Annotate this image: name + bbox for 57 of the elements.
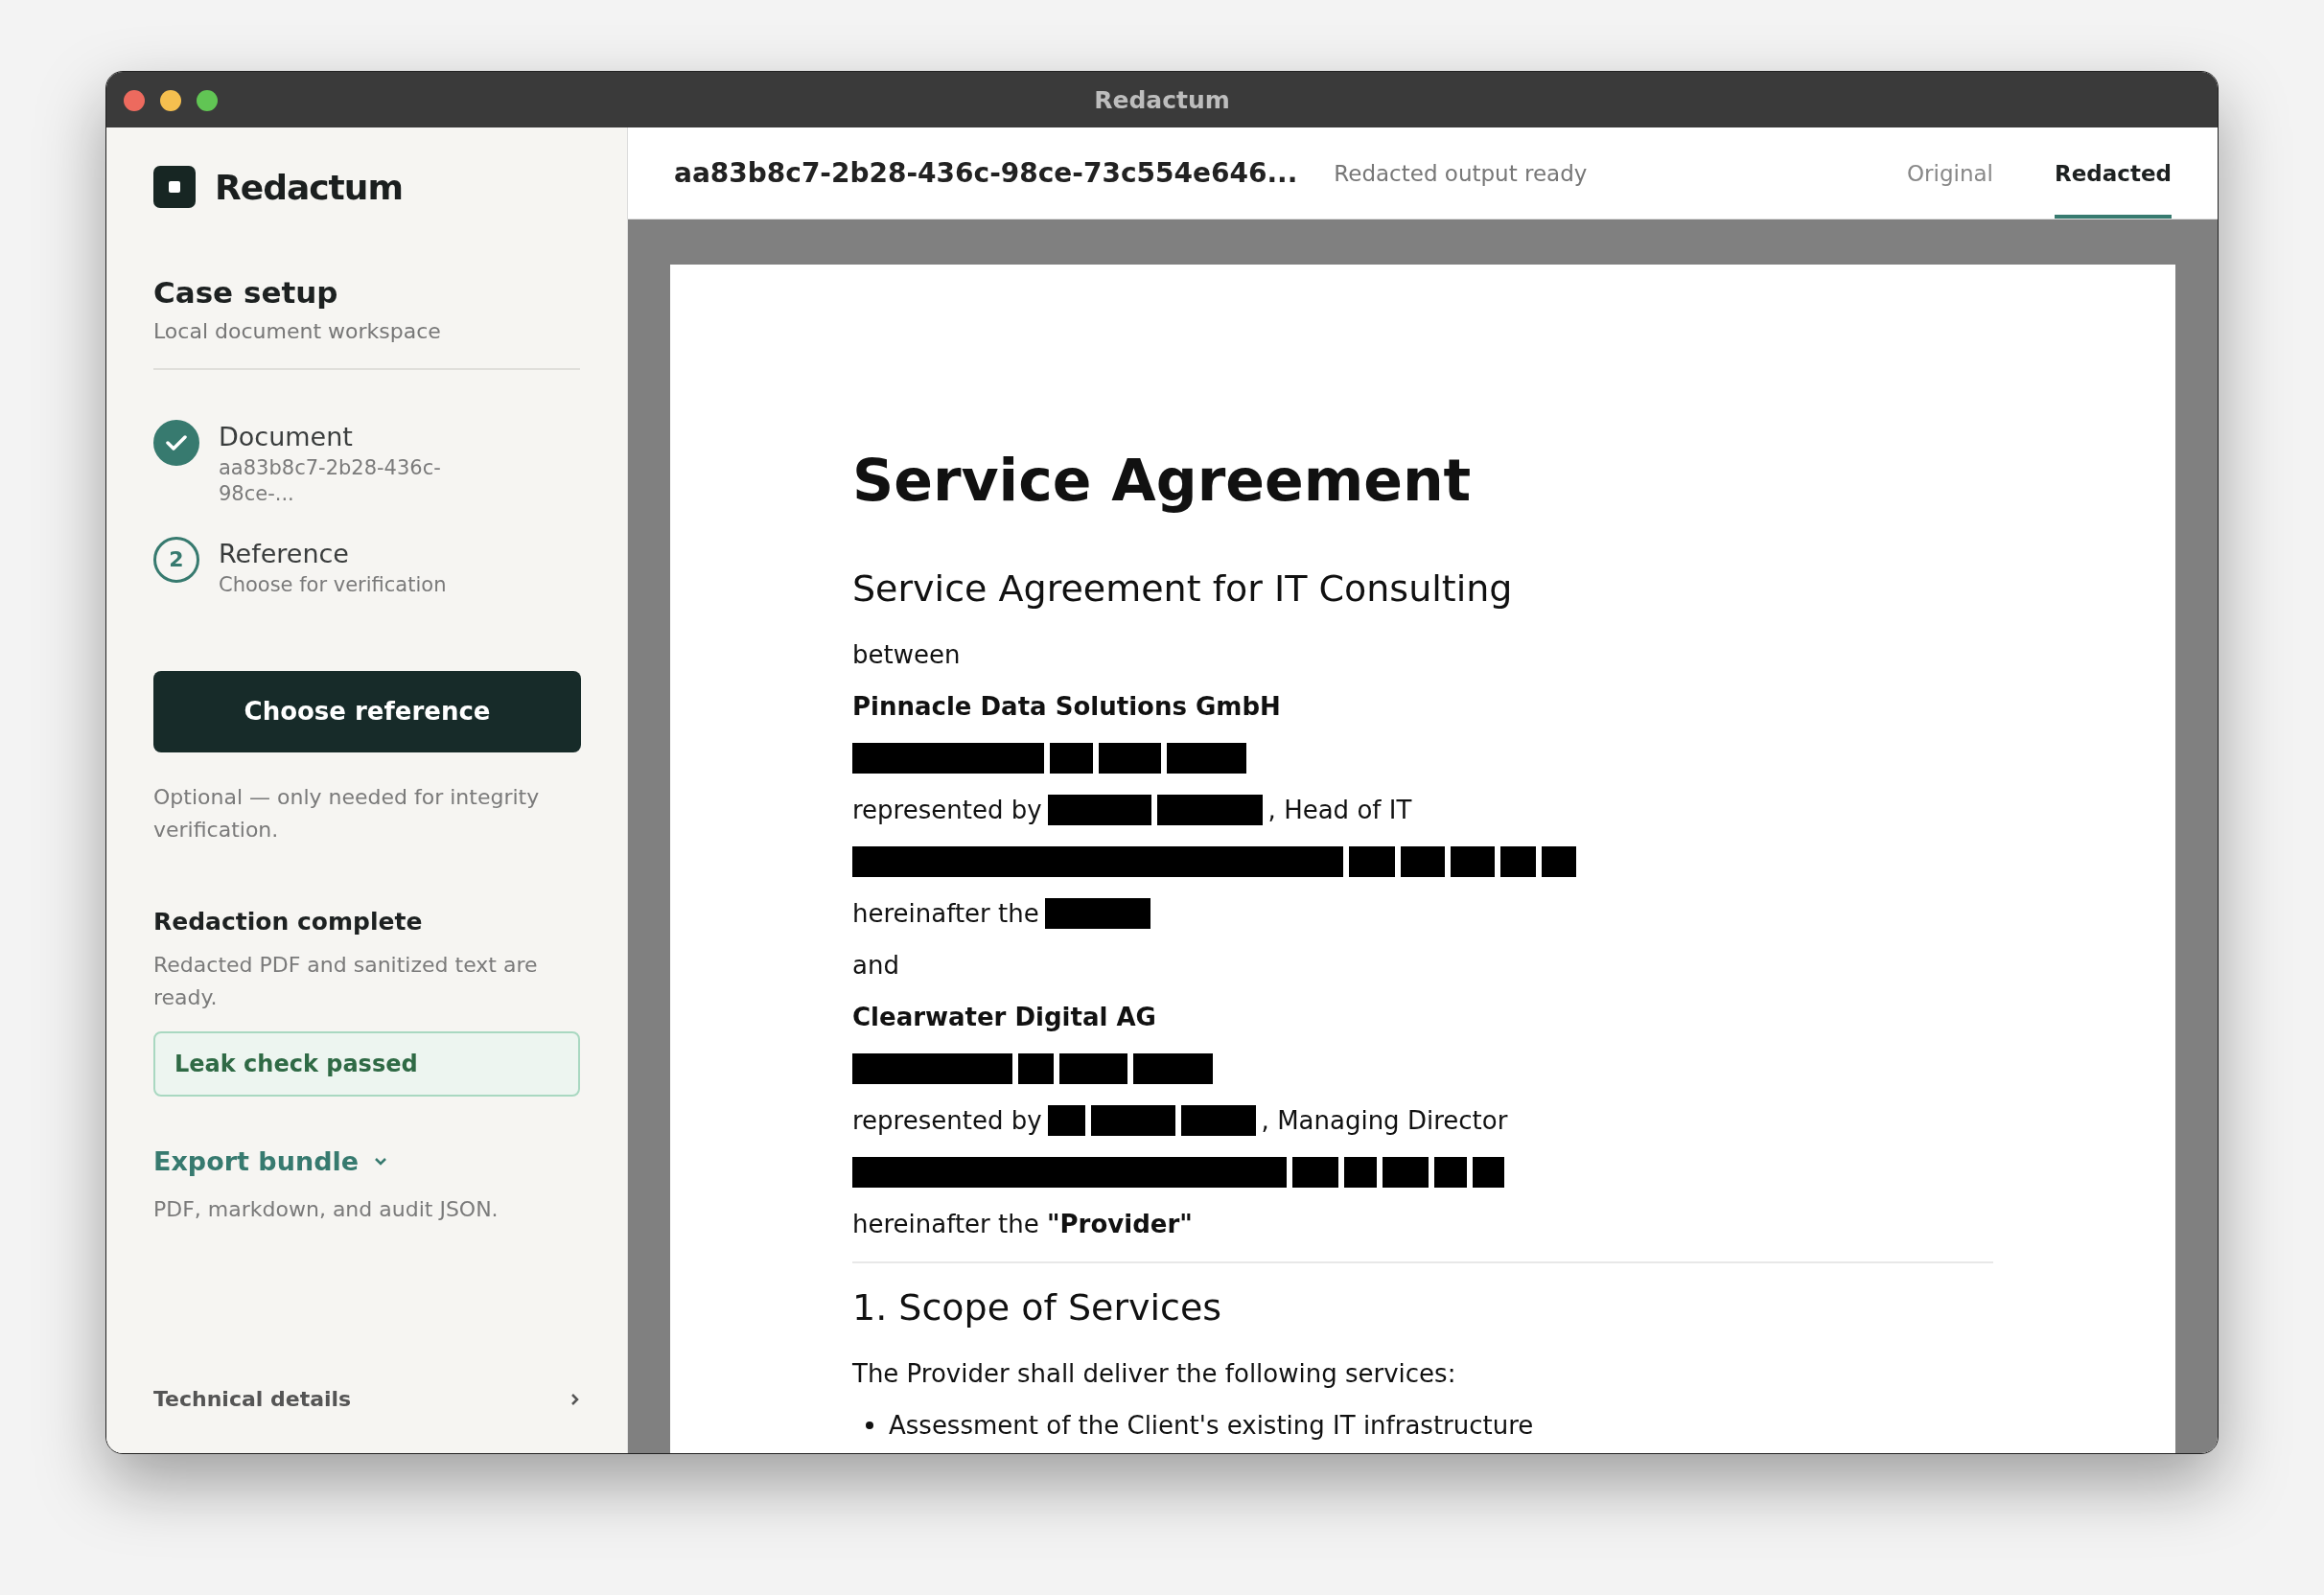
section-heading: Service Agreement for IT Consulting	[852, 567, 1514, 610]
redaction-bar	[1059, 1053, 1127, 1084]
redaction-bar	[1401, 846, 1445, 877]
choose-reference-button[interactable]: Choose reference	[153, 670, 581, 752]
document-text: represented by	[852, 796, 1042, 824]
app-name: Redactum	[215, 167, 403, 207]
party-name: Clearwater Digital AG	[852, 1002, 1157, 1033]
step-subtitle: aa83b8c7-2b28-436c-98ce-...	[219, 455, 442, 508]
result-text: Redacted PDF and sanitized text are ready.	[153, 952, 539, 1012]
hint-text: Optional — only needed for integrity verification.	[153, 783, 541, 844]
close-icon[interactable]	[124, 90, 145, 111]
document-text: represented by	[852, 1106, 1042, 1135]
redaction-bar	[1344, 1157, 1377, 1188]
document-text: hereinafter the "Provider"	[852, 1210, 1193, 1238]
maximize-icon[interactable]	[197, 90, 218, 111]
redaction-bar	[1383, 1157, 1429, 1188]
step-number: 2	[153, 536, 199, 583]
window-title: Redactum	[1094, 85, 1230, 114]
export-link[interactable]: Export bundle	[153, 1146, 388, 1177]
export-note: PDF, markdown, and audit JSON.	[153, 1196, 500, 1224]
list-item: Assessment of the Client's existing IT infrastructure	[889, 1411, 1534, 1440]
document-text: and	[852, 951, 899, 980]
status-badge: Leak check passed	[153, 1031, 580, 1098]
bullet-icon	[866, 1422, 873, 1429]
document-text: , Managing Director	[1261, 1106, 1508, 1135]
status-text: Redacted output ready	[1334, 160, 1589, 186]
document-text: hereinafter the	[852, 899, 1039, 928]
chevron-icon	[570, 1392, 580, 1406]
redaction-bar	[1434, 1157, 1467, 1188]
redaction-bar	[1099, 743, 1161, 774]
redaction-bar	[1349, 846, 1395, 877]
section-subtitle: Local document workspace	[153, 319, 442, 343]
section-heading: 1. Scope of Services	[852, 1286, 1223, 1329]
redaction-bar	[1542, 846, 1576, 877]
step-title: Document	[219, 422, 354, 451]
redaction-bar	[1050, 743, 1093, 774]
view-tab[interactable]: Original	[1907, 127, 1993, 219]
minimize-icon[interactable]	[160, 90, 181, 111]
document-text: , Head of IT	[1267, 796, 1412, 824]
redaction-bar	[1500, 846, 1536, 877]
logo-icon	[153, 166, 196, 208]
result-title: Redaction complete	[153, 908, 424, 936]
redaction-bar	[1047, 1105, 1085, 1136]
redaction-bar	[1292, 1157, 1338, 1188]
redaction-bar	[1473, 1157, 1504, 1188]
step-title: Reference	[219, 538, 350, 568]
caret-icon	[374, 1156, 388, 1167]
step-subtitle: Choose for verification	[219, 571, 448, 598]
document-title: Service Agreement	[852, 447, 1473, 514]
technical-details-link[interactable]: Technical details	[153, 1387, 580, 1411]
file-name: aa83b8c7-2b28-436c-98ce-73c554e646...	[674, 157, 1298, 189]
section-title: Case setup	[153, 275, 339, 310]
document-text: between	[852, 640, 961, 669]
document-text: The Provider shall deliver the following services:	[852, 1359, 1456, 1388]
redaction-bar	[1451, 846, 1495, 877]
redaction-bar	[1018, 1053, 1054, 1084]
party-name: Pinnacle Data Solutions GmbH	[852, 691, 1282, 723]
